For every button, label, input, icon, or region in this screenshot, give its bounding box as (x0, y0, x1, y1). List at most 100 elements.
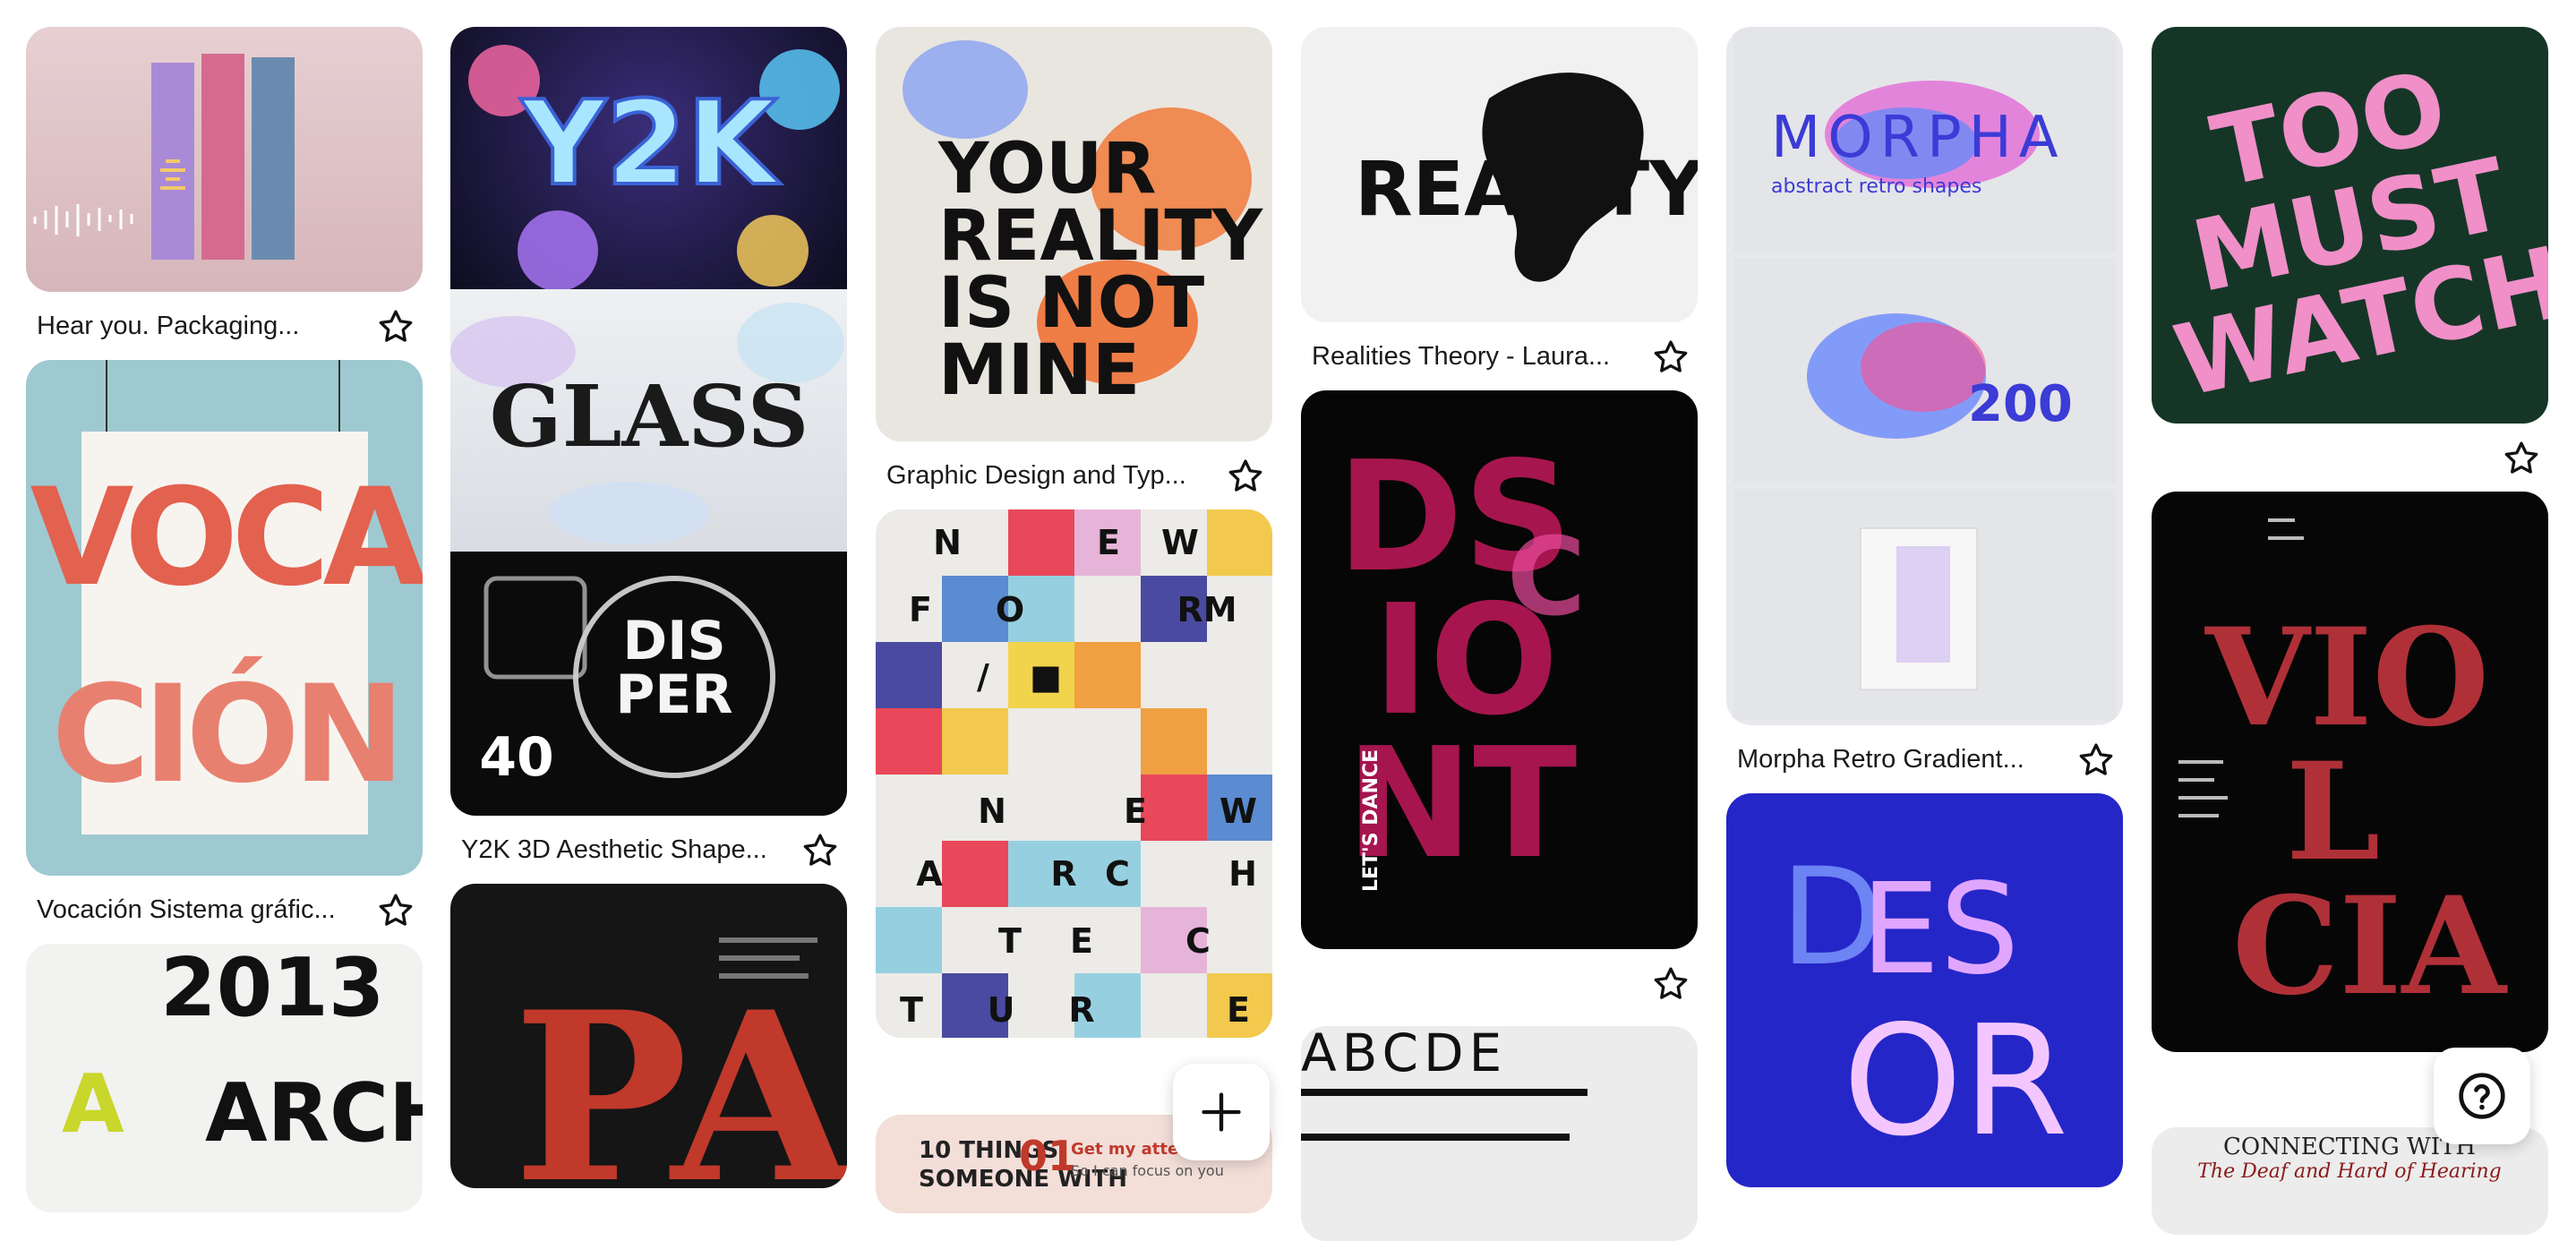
star-icon[interactable] (1651, 338, 1690, 377)
pin-card[interactable]: ABCDE (1301, 1026, 1698, 1241)
vocacion-poster: VOCA CIÓN (30, 360, 423, 834)
pin-footer (1301, 949, 1698, 1017)
pin-title[interactable]: Realities Theory - Laura... (1301, 342, 1625, 372)
poster-tip-detail: So I can focus on you (1071, 1162, 1224, 1179)
pin-image[interactable] (26, 27, 423, 292)
disco-poster: DS IO NT C LET'S DANCE (1337, 429, 1586, 893)
dispersion-count: 40 (479, 726, 554, 789)
pin-image[interactable]: VIO L CIA (2152, 492, 2548, 1052)
poster-word-1: VOCA (30, 460, 423, 616)
pin-card[interactable]: D ES OR (1726, 793, 2123, 1187)
pin-image[interactable]: VOCA CIÓN (26, 360, 423, 876)
pin-image[interactable]: ABCDE (1301, 1026, 1698, 1241)
glass-title: GLASS (490, 367, 809, 466)
column-3: YOUR REALITY IS NOT MINE Graphic Design … (876, 27, 1272, 1213)
svg-text:/: / (977, 657, 989, 697)
packaging-illustration (33, 54, 295, 260)
pin-title[interactable]: Vocación Sistema gráfic... (26, 895, 350, 925)
pin-image[interactable]: 2013 A ARCH (26, 944, 423, 1212)
svg-text:C: C (1185, 921, 1211, 961)
svg-text:E: E (1227, 990, 1250, 1030)
column-2: Y2K GLASS DIS PER 40 Y2K 3D Aesthetic Sh… (450, 27, 847, 1188)
help-button[interactable] (2434, 1048, 2530, 1144)
pin-card[interactable]: REALITY Realities Theory - Laura... (1301, 27, 1698, 390)
poster-line-1: CONNECTING WITH (2223, 1134, 2476, 1160)
reality-word: REALITY (1355, 145, 1698, 233)
pin-image[interactable]: D ES OR (1726, 793, 2123, 1187)
morpha-subtitle: abstract retro shapes (1771, 175, 1981, 198)
pin-card[interactable]: Y2K GLASS DIS PER 40 Y2K 3D Aesthetic Sh… (450, 27, 847, 884)
column-1: Hear you. Packaging... VOCA CIÓN Vocació… (26, 27, 423, 1212)
svg-text:U: U (988, 990, 1015, 1030)
star-icon[interactable] (2502, 439, 2541, 478)
pin-card[interactable]: PA (450, 884, 847, 1188)
pa-poster: PA (513, 937, 847, 1188)
glass-panel: GLASS (450, 289, 847, 552)
svg-text:OR: OR (1843, 993, 2068, 1170)
pin-image[interactable]: REALITY (1301, 27, 1698, 322)
pin-card[interactable]: VIO L CIA (2152, 492, 2548, 1052)
svg-text:E: E (1070, 921, 1093, 961)
pin-title[interactable]: Y2K 3D Aesthetic Shape... (450, 835, 775, 865)
column-5: MORPHA abstract retro shapes 200 Morpha … (1726, 27, 2123, 1187)
pin-image[interactable]: PA (450, 884, 847, 1188)
dispersion-panel: DIS PER 40 (450, 552, 847, 816)
pin-card[interactable]: MORPHA abstract retro shapes 200 Morpha … (1726, 27, 2123, 793)
morpha-title: MORPHA (1771, 105, 2066, 171)
pin-footer: Hear you. Packaging... (26, 292, 423, 360)
morpha-count: 200 (1968, 375, 2073, 433)
svg-text:E: E (1124, 792, 1147, 831)
desorden-poster: D ES OR (1780, 840, 2068, 1170)
star-icon[interactable] (376, 891, 415, 930)
create-button[interactable] (1173, 1064, 1270, 1160)
pin-card[interactable]: DS IO NT C LET'S DANCE (1301, 390, 1698, 1017)
poster-line-2: The Deaf and Hard of Hearing (2197, 1160, 2502, 1183)
svg-text:C: C (1507, 516, 1586, 640)
poster-line-4: MINE (938, 330, 1140, 411)
svg-text:RM: RM (1177, 590, 1237, 629)
pin-card[interactable]: TOO MUST WATCH (2152, 27, 2548, 492)
typographic-poster-2013: 2013 A ARCH (62, 944, 423, 1160)
pin-image[interactable]: MORPHA abstract retro shapes 200 (1726, 27, 2123, 725)
pin-title[interactable]: Morpha Retro Gradient... (1726, 745, 2050, 775)
star-icon[interactable] (800, 831, 840, 870)
pin-image[interactable]: DS IO NT C LET'S DANCE (1301, 390, 1698, 949)
pin-card[interactable]: 2013 A ARCH (26, 944, 423, 1212)
pin-footer: Vocación Sistema gráfic... (26, 876, 423, 944)
your-reality-poster: YOUR REALITY IS NOT MINE (903, 40, 1264, 411)
svg-text:W: W (1220, 792, 1257, 831)
poster-letter: A (62, 1057, 124, 1151)
pin-image[interactable]: YOUR REALITY IS NOT MINE (876, 27, 1272, 441)
dispersion-word-2: PER (615, 663, 732, 726)
abcde-poster: ABCDE (1301, 1026, 1588, 1141)
pa-letters: PA (513, 962, 847, 1188)
pin-footer: Y2K 3D Aesthetic Shape... (450, 816, 847, 884)
pin-image[interactable]: NEW F O RM / ■ NEW ARCH TEC TURE (876, 509, 1272, 1038)
svg-text:R: R (1068, 990, 1094, 1030)
too-much-to-watch-poster: TOO MUST WATCH (2165, 49, 2548, 419)
svg-text:E: E (1097, 523, 1120, 562)
pin-title[interactable]: Graphic Design and Typ... (876, 461, 1200, 491)
pin-image[interactable]: Y2K GLASS DIS PER 40 (450, 27, 847, 816)
svg-text:R: R (1050, 854, 1076, 894)
pin-card[interactable]: Hear you. Packaging... (26, 27, 423, 360)
star-icon[interactable] (376, 307, 415, 347)
column-4: REALITY Realities Theory - Laura... DS I… (1301, 27, 1698, 1241)
pin-card[interactable]: NEW F O RM / ■ NEW ARCH TEC TURE (876, 509, 1272, 1038)
pin-card[interactable]: YOUR REALITY IS NOT MINE Graphic Design … (876, 27, 1272, 509)
lets-dance-label: LET'S DANCE (1360, 749, 1382, 892)
star-icon[interactable] (1651, 964, 1690, 1004)
svg-text:CIA: CIA (2232, 868, 2509, 1025)
pin-title[interactable]: Hear you. Packaging... (26, 312, 350, 341)
star-icon[interactable] (2076, 740, 2116, 780)
svg-text:H: H (1228, 854, 1257, 894)
pin-image[interactable]: TOO MUST WATCH (2152, 27, 2548, 424)
star-icon[interactable] (1226, 457, 1265, 496)
poster-year: 2013 (160, 944, 385, 1035)
svg-text:N: N (978, 792, 1006, 831)
pin-card[interactable]: VOCA CIÓN Vocación Sistema gráfic... (26, 360, 423, 944)
svg-text:T: T (900, 990, 923, 1030)
svg-text:N: N (933, 523, 962, 562)
new-architecture-poster: NEW F O RM / ■ NEW ARCH TEC TURE (876, 509, 1272, 1038)
violencia-poster: VIO L CIA (2178, 518, 2509, 1025)
